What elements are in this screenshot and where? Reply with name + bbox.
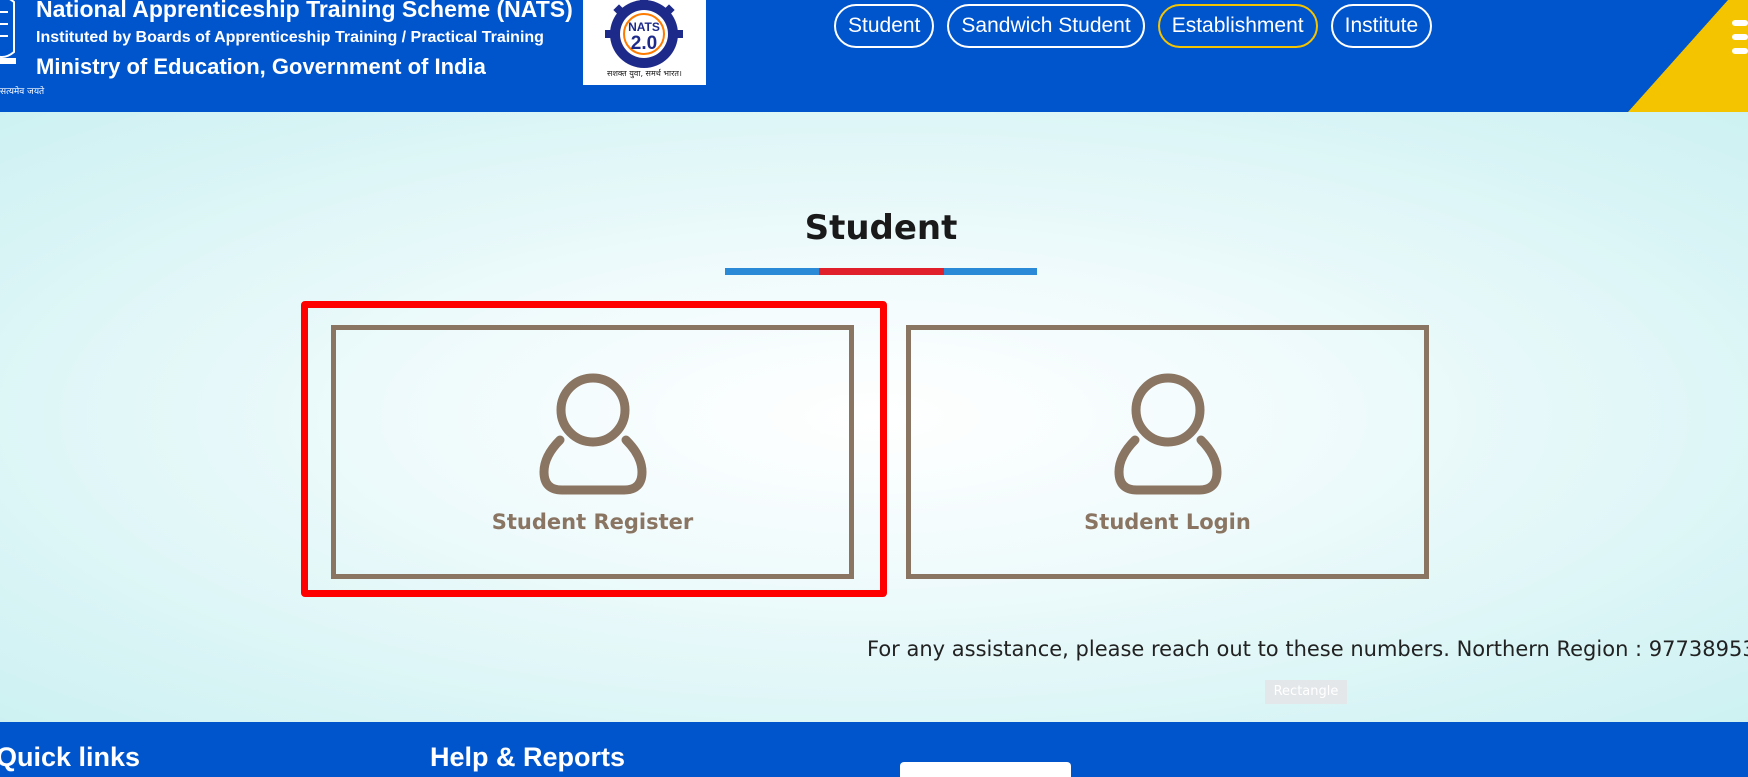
site-header: सत्यमेव जयते National Apprenticeship Tra… bbox=[0, 0, 1748, 112]
footer-quick-links-heading: Quick links bbox=[0, 742, 141, 772]
nav-student[interactable]: Student bbox=[834, 4, 935, 48]
emblem-text: सत्यमेव जयते bbox=[0, 87, 45, 97]
student-register-card[interactable]: Student Register bbox=[331, 325, 854, 579]
nats-logo[interactable]: NATS 2.0 सशक्त युवा, समर्थ भारत। bbox=[583, 0, 706, 85]
main-nav: Student Sandwich Student Establishment I… bbox=[834, 4, 1433, 48]
title-underline bbox=[725, 268, 1037, 275]
student-register-label: Student Register bbox=[491, 510, 694, 534]
nav-institute[interactable]: Institute bbox=[1330, 4, 1433, 48]
assistance-text: For any assistance, please reach out to … bbox=[867, 637, 1748, 661]
footer-help-reports-heading: Help & Reports bbox=[430, 742, 626, 772]
user-icon bbox=[1113, 373, 1222, 495]
logo-name: NATS bbox=[628, 20, 660, 34]
ministry-name: Ministry of Education, Government of Ind… bbox=[36, 54, 486, 79]
nav-establishment[interactable]: Establishment bbox=[1157, 4, 1318, 48]
student-login-card[interactable]: Student Login bbox=[906, 325, 1429, 579]
logo-tagline: सशक्त युवा, समर्थ भारत। bbox=[607, 69, 682, 78]
site-subtitle: Instituted by Boards of Apprenticeship T… bbox=[36, 29, 544, 46]
header-corner-decoration bbox=[1628, 0, 1748, 112]
logo-version: 2.0 bbox=[631, 33, 657, 54]
section-title: Student bbox=[804, 208, 958, 248]
main-content: Student Student Register Student Login F… bbox=[0, 112, 1748, 722]
footer-partner-logo[interactable] bbox=[900, 762, 1071, 777]
nav-sandwich-student[interactable]: Sandwich Student bbox=[947, 4, 1145, 48]
site-footer: Quick links Help & Reports bbox=[0, 722, 1748, 777]
rectangle-placeholder: Rectangle bbox=[1265, 680, 1347, 704]
site-title: National Apprenticeship Training Scheme … bbox=[36, 0, 573, 22]
student-login-label: Student Login bbox=[1084, 510, 1251, 534]
national-emblem-icon bbox=[0, 0, 16, 64]
user-icon bbox=[538, 373, 647, 495]
header-title-block: National Apprenticeship Training Scheme … bbox=[36, 0, 573, 81]
hamburger-menu-icon[interactable] bbox=[1732, 20, 1748, 62]
